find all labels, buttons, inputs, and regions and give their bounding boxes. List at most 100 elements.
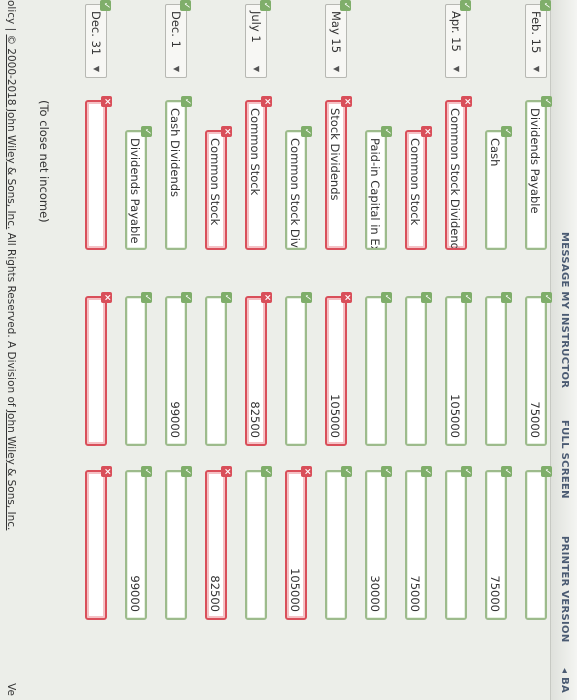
credit-amount-input[interactable]: 105000: [285, 470, 307, 620]
company-link[interactable]: John Wiley & Sons, Inc.: [5, 410, 17, 530]
copyright-link[interactable]: © 2000-2018 John Wiley & Sons, Inc.: [5, 34, 17, 229]
date-value: Feb. 15: [529, 11, 543, 54]
error-x-icon: ×: [221, 126, 232, 137]
account-title-input[interactable]: Common Stock: [405, 130, 427, 250]
error-x-icon: ×: [301, 466, 312, 477]
error-x-icon: ×: [341, 96, 352, 107]
chevron-down-icon: ▼: [252, 65, 261, 72]
date-value: July 1: [249, 11, 263, 43]
debit-amount-input[interactable]: 82500: [245, 296, 267, 446]
account-title-input[interactable]: Paid-in Capital in Exces: [365, 130, 387, 250]
check-icon: ✓: [461, 292, 472, 303]
credit-amount-input[interactable]: [445, 470, 467, 620]
chevron-down-icon: ▼: [532, 65, 541, 72]
check-icon: ✓: [221, 292, 232, 303]
check-icon: ✓: [501, 292, 512, 303]
credit-amount-input[interactable]: [165, 470, 187, 620]
date-value: Dec. 1: [169, 11, 183, 48]
debit-amount-input[interactable]: [485, 296, 507, 446]
credit-value: 75000: [408, 575, 422, 612]
debit-amount-input[interactable]: 105000: [325, 296, 347, 446]
date-select[interactable]: Dec. 31 ▼: [85, 4, 107, 78]
error-x-icon: ×: [341, 292, 352, 303]
debit-amount-input[interactable]: [285, 296, 307, 446]
credit-amount-input[interactable]: 82500: [205, 470, 227, 620]
check-icon: ✓: [100, 0, 111, 11]
message-instructor-link[interactable]: MESSAGE MY INSTRUCTOR: [559, 232, 570, 388]
account-value: Cash Dividends: [168, 108, 182, 198]
account-value: Cash: [488, 138, 502, 167]
check-icon: ✓: [180, 0, 191, 11]
debit-amount-input[interactable]: [205, 296, 227, 446]
check-icon: ✓: [501, 126, 512, 137]
error-x-icon: ×: [221, 466, 232, 477]
account-title-input[interactable]: Cash: [485, 130, 507, 250]
check-icon: ✓: [260, 0, 271, 11]
account-title-input[interactable]: Common Stock: [205, 130, 227, 250]
chevron-down-icon: ▼: [332, 65, 341, 72]
error-x-icon: ×: [101, 96, 112, 107]
check-icon: ✓: [141, 292, 152, 303]
credit-amount-input[interactable]: 30000: [365, 470, 387, 620]
account-title-input[interactable]: Common Stock Dividen: [285, 130, 307, 250]
check-icon: ✓: [381, 466, 392, 477]
credit-amount-input[interactable]: 75000: [405, 470, 427, 620]
printer-version-link[interactable]: PRINTER VERSION: [559, 536, 570, 643]
account-value: Common Stock: [208, 138, 222, 226]
check-icon: ✓: [141, 466, 152, 477]
debit-amount-input[interactable]: [365, 296, 387, 446]
debit-value: 75000: [528, 401, 542, 438]
account-title-input[interactable]: Stock Dividends: [325, 100, 347, 250]
account-title-input[interactable]: Common Stock: [245, 100, 267, 250]
account-value: Dividends Payable: [528, 108, 542, 214]
closing-entry-note: (To close net income): [37, 100, 51, 223]
debit-amount-input[interactable]: [85, 296, 107, 446]
debit-amount-input[interactable]: [405, 296, 427, 446]
policy-link-fragment[interactable]: olicy |: [5, 0, 17, 34]
account-title-input[interactable]: [85, 100, 107, 250]
account-title-input[interactable]: Dividends Payable: [525, 100, 547, 250]
full-screen-link[interactable]: FULL SCREEN: [559, 420, 570, 499]
version-text: Ve: [5, 683, 17, 696]
credit-value: 82500: [208, 575, 222, 612]
error-x-icon: ×: [101, 292, 112, 303]
check-icon: ✓: [181, 466, 192, 477]
check-icon: ✓: [541, 292, 552, 303]
account-value: Common Stock Dividen: [288, 138, 302, 250]
copyright-footer: olicy | © 2000-2018 John Wiley & Sons, I…: [0, 0, 22, 700]
chevron-down-icon: ▼: [172, 65, 181, 72]
debit-amount-input[interactable]: 105000: [445, 296, 467, 446]
back-link[interactable]: ◂ BA: [559, 668, 570, 693]
date-value: Dec. 31: [89, 11, 103, 56]
date-select[interactable]: May 15 ▼: [325, 4, 347, 78]
check-icon: ✓: [261, 466, 272, 477]
date-select[interactable]: Feb. 15 ▼: [525, 4, 547, 78]
credit-amount-input[interactable]: 99000: [125, 470, 147, 620]
credit-amount-input[interactable]: [85, 470, 107, 620]
debit-amount-input[interactable]: 75000: [525, 296, 547, 446]
debit-amount-input[interactable]: [125, 296, 147, 446]
account-value: Common Stock: [408, 138, 422, 226]
credit-amount-input[interactable]: [245, 470, 267, 620]
date-select[interactable]: Dec. 1 ▼: [165, 4, 187, 78]
account-value: Stock Dividends: [328, 108, 342, 201]
debit-amount-input[interactable]: 99000: [165, 296, 187, 446]
check-icon: ✓: [341, 466, 352, 477]
account-title-input[interactable]: Common Stock Dividends: [445, 100, 467, 250]
date-select[interactable]: July 1 ▼: [245, 4, 267, 78]
credit-amount-input[interactable]: [325, 470, 347, 620]
check-icon: ✓: [421, 292, 432, 303]
account-title-input[interactable]: Dividends Payable: [125, 130, 147, 250]
account-value: Common Stock: [248, 108, 262, 196]
check-icon: ✓: [421, 466, 432, 477]
check-icon: ✓: [501, 466, 512, 477]
credit-amount-input[interactable]: 75000: [485, 470, 507, 620]
journal-entry-stage: MESSAGE MY INSTRUCTOR FULL SCREEN PRINTE…: [0, 0, 577, 700]
check-icon: ✓: [541, 96, 552, 107]
date-select[interactable]: Apr. 15 ▼: [445, 4, 467, 78]
error-x-icon: ×: [261, 292, 272, 303]
account-title-input[interactable]: Cash Dividends: [165, 100, 187, 250]
credit-amount-input[interactable]: [525, 470, 547, 620]
credit-value: 105000: [288, 568, 302, 612]
account-value: Paid-in Capital in Exces: [368, 138, 382, 250]
